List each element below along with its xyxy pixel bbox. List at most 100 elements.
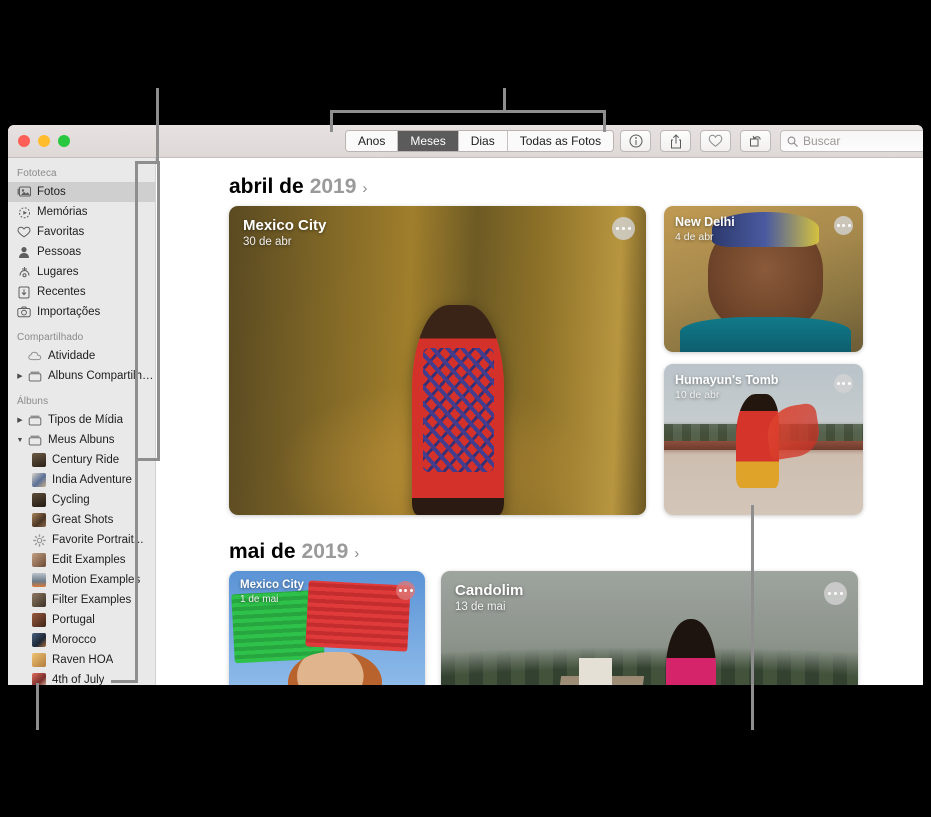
search-field[interactable]: Buscar bbox=[780, 130, 923, 152]
sidebar-item-great-shots[interactable]: Great Shots bbox=[8, 510, 155, 530]
tab-meses[interactable]: Meses bbox=[398, 131, 459, 151]
callout-line-sidebar-bottom bbox=[36, 683, 39, 730]
sidebar-item-label: Motion Examples bbox=[52, 574, 141, 586]
close-button[interactable] bbox=[18, 135, 30, 147]
sidebar-section-header-fototeca: Fototeca bbox=[17, 168, 57, 179]
callout-line-segmented-stem bbox=[503, 88, 506, 111]
sidebar-item-label: Fotos bbox=[37, 186, 66, 198]
sidebar-item-raven-hoa[interactable]: Raven HOA bbox=[8, 650, 155, 670]
photo-card-caption: Mexico City 1 de mai bbox=[240, 579, 304, 605]
sidebar-item-memorias[interactable]: Memórias bbox=[8, 202, 155, 222]
more-options-button[interactable] bbox=[834, 216, 853, 235]
sidebar-item-atividade[interactable]: Atividade bbox=[8, 346, 155, 366]
sidebar-item-label: Raven HOA bbox=[52, 654, 114, 666]
sidebar-item-fotos[interactable]: Fotos bbox=[8, 182, 155, 202]
callout-bracket-sidebar-inner-bottom bbox=[135, 458, 160, 461]
photos-icon bbox=[17, 185, 31, 199]
screenshot-canvas: Anos Meses Dias Todas as Fotos Buscar Fo… bbox=[0, 0, 931, 817]
sidebar-item-filter-examples[interactable]: Filter Examples bbox=[8, 590, 155, 610]
photo-subject-shirt bbox=[679, 316, 852, 352]
album-thumbnail bbox=[32, 653, 46, 667]
sidebar-item-label: Filter Examples bbox=[52, 594, 132, 606]
chevron-right-icon[interactable]: ▶ bbox=[16, 416, 24, 424]
sidebar-item-label: Atividade bbox=[48, 350, 96, 362]
sidebar-item-portugal[interactable]: Portugal bbox=[8, 610, 155, 630]
photo-card-humayuns-tomb[interactable]: Humayun's Tomb 10 de abr bbox=[664, 364, 863, 515]
tab-dias[interactable]: Dias bbox=[458, 131, 508, 151]
favorite-button[interactable] bbox=[700, 130, 731, 152]
chevron-down-icon[interactable]: ▼ bbox=[16, 436, 24, 444]
month-header-april[interactable]: abril de 2019 › bbox=[229, 175, 923, 199]
sidebar-item-morocco[interactable]: Morocco bbox=[8, 630, 155, 650]
sidebar-item-label: Memórias bbox=[37, 206, 88, 218]
zoom-button[interactable] bbox=[58, 135, 70, 147]
photo-card-date: 4 de abr bbox=[675, 231, 714, 244]
sidebar-item-label: Edit Examples bbox=[52, 554, 126, 566]
photo-card-candolim[interactable]: Candolim 13 de mai bbox=[441, 571, 858, 685]
tab-anos[interactable]: Anos bbox=[346, 131, 399, 151]
info-button[interactable] bbox=[620, 130, 651, 152]
sidebar-item-motion-examples[interactable]: Motion Examples bbox=[8, 570, 155, 590]
sidebar-item-meus-albuns[interactable]: ▼ Meus Álbuns bbox=[8, 430, 155, 450]
window-traffic-lights bbox=[18, 135, 70, 147]
callout-bracket-segmented-left bbox=[330, 110, 333, 132]
photo-card-date: 30 de abr bbox=[243, 236, 292, 249]
rotate-button[interactable] bbox=[740, 130, 771, 152]
sidebar-item-pessoas[interactable]: Pessoas bbox=[8, 242, 155, 262]
callout-line-sidebar-top bbox=[156, 88, 159, 163]
album-thumbnail bbox=[32, 473, 46, 487]
sidebar[interactable]: Fototeca Fotos Memórias Favoritas Pessoa… bbox=[8, 158, 156, 685]
album-thumbnail bbox=[32, 513, 46, 527]
sidebar-item-edit-examples[interactable]: Edit Examples bbox=[8, 550, 155, 570]
sidebar-item-label: Cycling bbox=[52, 494, 90, 506]
year-label: 2019 bbox=[301, 540, 349, 563]
chevron-right-icon[interactable]: › bbox=[362, 180, 367, 197]
photo-card-title: Candolim bbox=[455, 582, 524, 599]
more-options-button[interactable] bbox=[612, 217, 635, 240]
sidebar-item-century-ride[interactable]: Century Ride bbox=[8, 450, 155, 470]
more-options-button[interactable] bbox=[824, 582, 847, 605]
tab-todas-as-fotos[interactable]: Todas as Fotos bbox=[507, 131, 614, 151]
sidebar-item-label: Importações bbox=[37, 306, 101, 318]
year-label: 2019 bbox=[309, 175, 357, 198]
sidebar-item-label: Portugal bbox=[52, 614, 95, 626]
share-button[interactable] bbox=[660, 130, 691, 152]
callout-line-photo-card bbox=[751, 505, 754, 730]
photo-card-new-delhi[interactable]: New Delhi 4 de abr bbox=[664, 206, 863, 352]
album-thumbnail bbox=[32, 453, 46, 467]
camera-icon bbox=[17, 305, 31, 319]
download-icon bbox=[17, 285, 31, 299]
minimize-button[interactable] bbox=[38, 135, 50, 147]
photos-content-area[interactable]: abril de 2019 › Mexico City 30 de abr Ne… bbox=[156, 158, 923, 685]
more-options-button[interactable] bbox=[396, 581, 415, 600]
chevron-right-icon[interactable]: › bbox=[354, 545, 359, 562]
album-thumbnail bbox=[32, 633, 46, 647]
sidebar-item-india-adventure[interactable]: India Adventure bbox=[8, 470, 155, 490]
search-icon bbox=[787, 136, 798, 147]
sidebar-item-cycling[interactable]: Cycling bbox=[8, 490, 155, 510]
search-placeholder: Buscar bbox=[803, 134, 841, 148]
photo-scene-building bbox=[578, 658, 612, 685]
sidebar-item-recentes[interactable]: Recentes bbox=[8, 282, 155, 302]
sidebar-item-label: Favorite Portrait... bbox=[52, 534, 144, 546]
photo-card-caption: Candolim 13 de mai bbox=[455, 582, 523, 613]
more-options-button[interactable] bbox=[834, 374, 853, 393]
sidebar-item-label: Great Shots bbox=[52, 514, 114, 526]
sidebar-item-label: Favoritas bbox=[37, 226, 85, 238]
photo-card-mexico-city-may[interactable]: Mexico City 1 de mai bbox=[229, 571, 425, 685]
sidebar-item-label: Lugares bbox=[37, 266, 79, 278]
sidebar-item-tipos-de-midia[interactable]: ▶ Tipos de Mídia bbox=[8, 410, 155, 430]
sidebar-section-header-albuns: Álbuns bbox=[17, 396, 49, 407]
sidebar-item-importacoes[interactable]: Importações bbox=[8, 302, 155, 322]
sidebar-item-favorite-portraits[interactable]: Favorite Portrait... bbox=[8, 530, 155, 550]
month-header-may[interactable]: mai de 2019 › bbox=[229, 540, 923, 564]
photo-card-title: Mexico City bbox=[243, 217, 327, 234]
album-icon bbox=[28, 433, 42, 447]
heart-icon bbox=[17, 225, 31, 239]
chevron-right-icon[interactable]: ▶ bbox=[16, 372, 24, 380]
sidebar-item-favoritas[interactable]: Favoritas bbox=[8, 222, 155, 242]
sidebar-item-albuns-compartilhados[interactable]: ▶ Álbuns Compartilhados bbox=[8, 366, 155, 386]
sidebar-item-lugares[interactable]: Lugares bbox=[8, 262, 155, 282]
photo-card-mexico-city-april[interactable]: Mexico City 30 de abr bbox=[229, 206, 646, 515]
view-mode-segmented-control[interactable]: Anos Meses Dias Todas as Fotos bbox=[345, 130, 615, 152]
